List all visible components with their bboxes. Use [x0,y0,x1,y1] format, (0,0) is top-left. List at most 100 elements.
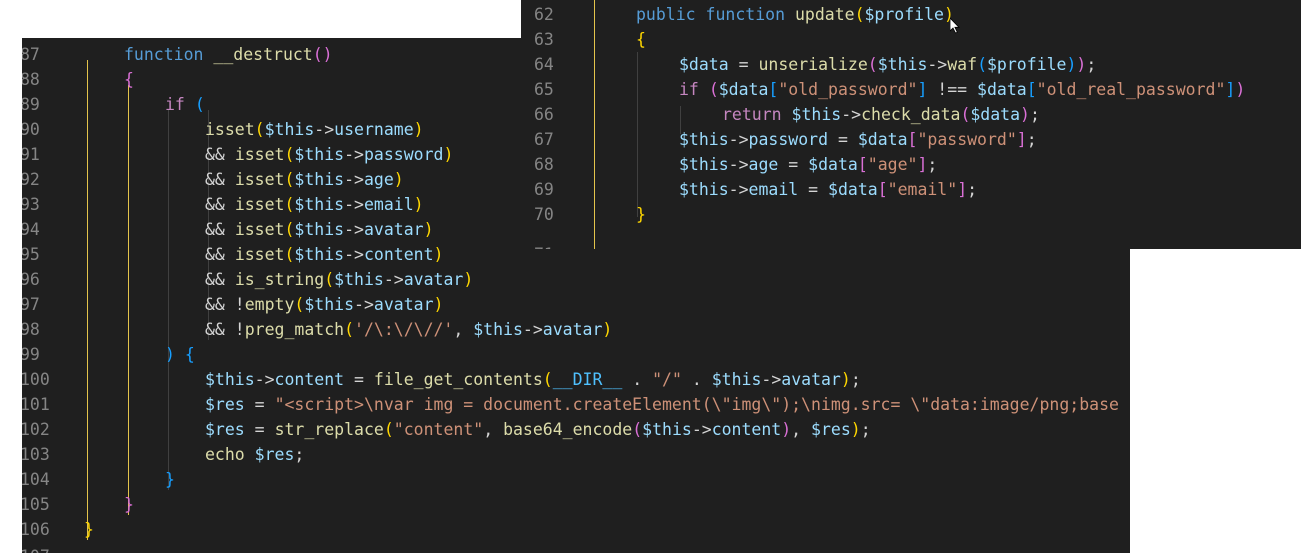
code-token: password [748,130,829,149]
code-token: ) [781,420,792,439]
code-token: = [828,130,858,149]
code-token: } [636,205,646,224]
code-line: 64 $data = unserialize($this->waf($profil… [521,52,1301,77]
code-token: = [344,370,374,389]
code-token: -> [344,245,364,264]
code-token: [ [1026,80,1037,99]
code-token: () [312,45,333,64]
code-token: $this [642,420,692,439]
code-token: ] [917,80,928,99]
code-token: $this [205,370,255,389]
code-text: $res = str_replace("content", base64_enc… [205,417,871,442]
code-token: base64_encode [503,420,633,439]
code-token: && [205,220,235,239]
code-token: -> [344,170,364,189]
code-token: waf [947,55,978,74]
code-token: if [165,95,195,114]
line-number: 89 [22,95,40,114]
code-token: password [363,145,444,164]
code-token: $profile [987,55,1067,74]
code-token: = [728,55,759,74]
code-token: ) [463,270,474,289]
code-token: $data [718,80,769,99]
line-number: 94 [22,220,40,239]
code-token: ( [284,195,295,214]
code-text: } [84,517,94,542]
code-token: ) [602,320,613,339]
code-text: && isset($this->password) [205,142,453,167]
code-token: { [124,70,134,89]
code-token: $profile [864,5,944,24]
code-token: && [205,195,235,214]
code-token: $res [205,395,245,414]
code-token: -> [354,295,374,314]
code-token: ; [1029,105,1040,124]
code-line: 96 && is_string($this->avatar) [22,267,1130,292]
code-token: $data [679,55,729,74]
code-token: ( [708,80,719,99]
code-token: ] [957,180,968,199]
code-token: -> [841,105,862,124]
code-text: && isset($this->age) [205,167,404,192]
line-number: 96 [22,270,40,289]
code-editor-overlay[interactable]: 62 public function update($profile) 63{64 $… [521,0,1301,249]
code-token: empty [244,295,295,314]
code-token: $this [294,170,345,189]
code-text: && !preg_match('/\:\/\//', $this->avatar… [205,317,612,342]
code-token: $this [334,270,384,289]
line-number: 103 [22,445,50,464]
line-number: 87 [22,45,40,64]
code-token: [ [907,130,918,149]
line-number: 70 [534,205,554,224]
code-token: ( [542,370,553,389]
line-number: 97 [22,295,40,314]
code-line: 100 $this->content = file_get_contents(__… [22,367,1130,392]
code-token: ( [194,95,205,114]
code-token: } [165,470,175,489]
line-number: 63 [534,30,554,49]
code-token: ( [867,55,878,74]
code-token: $this [294,145,345,164]
code-token: ] [1225,80,1236,99]
code-token: $this [294,245,345,264]
code-token: -> [728,155,749,174]
code-token: } [84,520,94,539]
code-token: ( [383,420,394,439]
code-token: "/" [652,370,682,389]
code-line: 69 $this->email = $data["email"]; [521,177,1301,202]
code-line: 101 $res = "<script>\nvar img = document.… [22,392,1130,417]
code-token: ( [632,420,643,439]
code-token: ) [850,420,861,439]
line-number: 67 [534,130,554,149]
code-text: && isset($this->email) [205,192,424,217]
code-text: $this->content = file_get_contents(__DIR… [205,367,861,392]
code-line: 105} [22,492,1130,517]
code-text: && is_string($this->avatar) [205,267,473,292]
code-token: } [124,495,134,514]
code-token: age [363,170,394,189]
code-token: = [244,420,275,439]
code-token: ) [413,195,424,214]
code-token: -> [691,420,712,439]
code-text: $this->password = $data["password"]; [679,127,1037,152]
code-token: , [791,420,812,439]
code-text: } [636,202,646,227]
code-token: content [274,370,345,389]
code-token: && ! [205,320,245,339]
code-token: $this [679,180,729,199]
code-token: !== [927,80,978,99]
code-token: , [483,420,504,439]
line-number: 99 [22,345,40,364]
code-token: ) [840,370,851,389]
code-text: $data = unserialize($this->waf($profile)… [679,52,1096,77]
code-token: ) [393,170,404,189]
line-number: 62 [534,5,554,24]
code-token: $this [473,320,523,339]
code-token: $this [304,295,355,314]
code-token: [ [857,155,868,174]
code-token: $this [679,130,729,149]
code-token: isset [234,170,285,189]
mouse-pointer-icon [950,18,960,34]
code-token: ) [413,120,424,139]
code-token: = [244,395,275,414]
